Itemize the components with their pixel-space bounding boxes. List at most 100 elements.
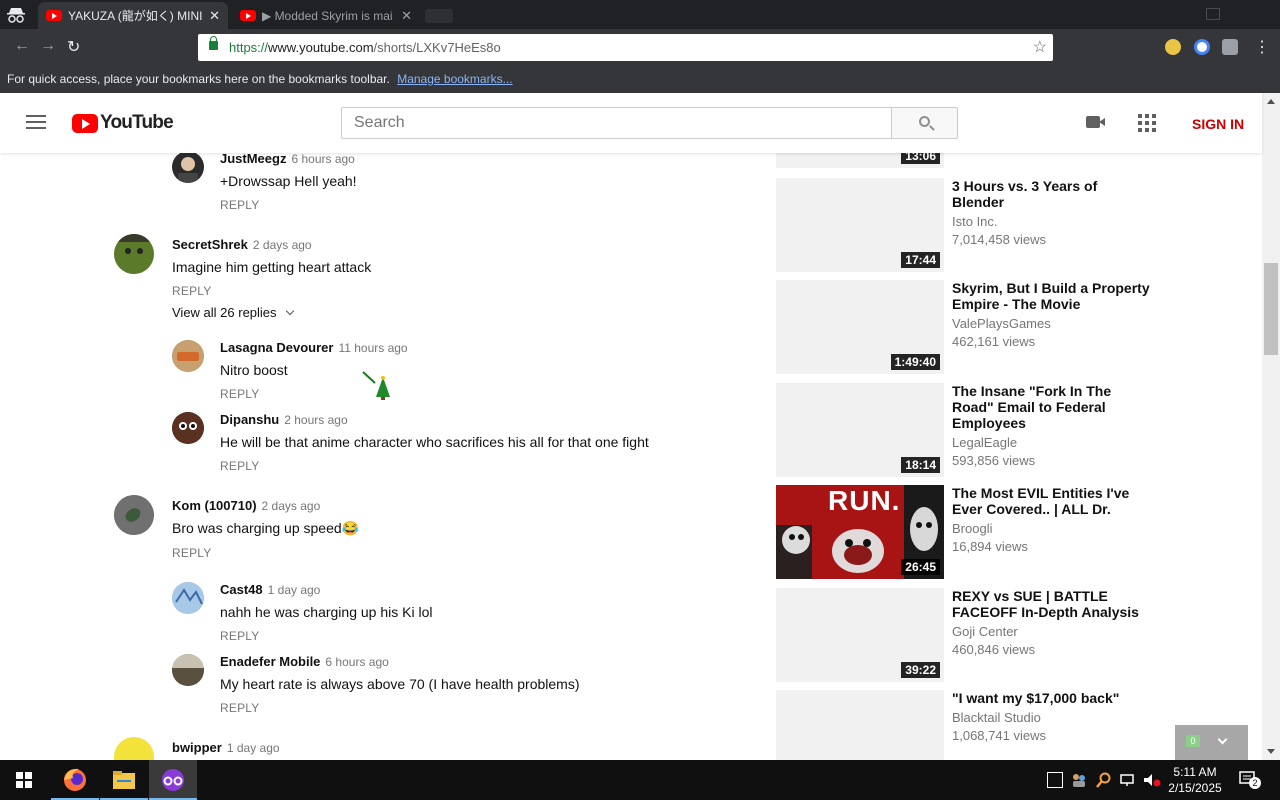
comment-author[interactable]: Lasagna Devourer <box>220 340 333 355</box>
comment-time[interactable]: 1 day ago <box>227 741 280 755</box>
bookmarks-bar: For quick access, place your bookmarks h… <box>0 65 1280 93</box>
scrollbar-thumb[interactable] <box>1264 263 1278 355</box>
incognito-app-icon <box>162 769 184 791</box>
comment-time[interactable]: 1 day ago <box>268 583 321 597</box>
reply-button[interactable]: REPLY <box>220 629 432 643</box>
avatar[interactable] <box>114 737 154 760</box>
view-replies-button[interactable]: View all 26 replies <box>172 305 294 320</box>
widget-badge: 0 <box>1186 735 1200 747</box>
tab-yakuza[interactable]: YAKUZA (龍が如く) MINIGA ✕ <box>38 2 228 29</box>
comment-author[interactable]: bwipper <box>172 740 222 755</box>
taskbar-firefox[interactable] <box>51 760 99 800</box>
avatar[interactable] <box>114 495 154 535</box>
tab-modded-skyrim[interactable]: ▶ Modded Skyrim is mai ✕ <box>232 2 420 29</box>
video-title[interactable]: Skyrim, But I Build a Property Empire - … <box>952 280 1152 351</box>
comment-time[interactable]: 11 hours ago <box>338 341 407 355</box>
video-title[interactable]: 3 Hours vs. 3 Years of Blender Isto Inc.… <box>952 178 1152 249</box>
video-title[interactable]: The Insane "Fork In The Road" Email to F… <box>952 383 1152 470</box>
video-channel[interactable]: Goji Center <box>952 623 1152 641</box>
comment: SecretShrek 2 days ago Imagine him gettin… <box>172 236 371 298</box>
menu-dots-icon[interactable]: ⋮ <box>1254 37 1270 57</box>
avatar[interactable] <box>114 234 154 274</box>
address-bar[interactable]: https://www.youtube.com/shorts/LXKv7HeEs… <box>198 34 1053 61</box>
google-icon[interactable] <box>1194 39 1210 55</box>
comment-time[interactable]: 2 hours ago <box>284 413 347 427</box>
manage-bookmarks-link[interactable]: Manage bookmarks... <box>397 72 512 86</box>
new-tab-button[interactable] <box>425 9 453 23</box>
avatar[interactable] <box>172 151 204 183</box>
comment-author[interactable]: JustMeegz <box>220 151 286 166</box>
youtube-play-icon <box>72 113 98 133</box>
taskbar-clock[interactable]: 5:11 AM 2/15/2025 <box>1165 764 1225 796</box>
reply-button[interactable]: REPLY <box>172 284 371 298</box>
search-input[interactable] <box>341 107 892 139</box>
comment-author[interactable]: SecretShrek <box>172 237 248 252</box>
page-scrollbar[interactable] <box>1262 93 1280 760</box>
reply-button[interactable]: REPLY <box>220 198 357 212</box>
youtube-logo[interactable]: YouTube <box>72 112 174 134</box>
video-channel[interactable]: ValePlaysGames <box>952 315 1152 333</box>
video-thumbnail[interactable]: 18:14 <box>776 383 944 477</box>
comment-time[interactable]: 2 days ago <box>253 238 312 252</box>
upload-video-icon[interactable] <box>1086 116 1105 128</box>
taskbar-incognito-browser[interactable] <box>149 760 197 800</box>
forward-arrow-icon[interactable]: → <box>40 37 56 55</box>
comment-author[interactable]: Kom (100710) <box>172 498 257 513</box>
youtube-favicon-icon <box>46 10 62 21</box>
close-tab-icon[interactable]: ✕ <box>209 8 220 24</box>
avatar[interactable] <box>172 654 204 686</box>
reply-button[interactable]: REPLY <box>220 459 649 473</box>
avatar[interactable] <box>172 340 204 372</box>
search-button[interactable] <box>891 107 958 139</box>
video-thumbnail[interactable] <box>776 690 944 760</box>
extension-icon[interactable] <box>1165 39 1181 55</box>
firefox-icon <box>64 768 86 791</box>
reply-button[interactable]: REPLY <box>172 546 359 560</box>
youtube-header: YouTube SIGN IN <box>0 93 1262 153</box>
chevron-down-icon[interactable] <box>1217 734 1228 745</box>
reload-icon[interactable]: ↻ <box>67 37 80 57</box>
video-channel[interactable]: Blacktail Studio <box>952 709 1152 727</box>
avatar[interactable] <box>172 582 204 614</box>
video-thumbnail[interactable]: 39:22 <box>776 588 944 682</box>
video-title[interactable]: The Most EVIL Entities I've Ever Covered… <box>952 485 1152 556</box>
comment-time[interactable]: 6 hours ago <box>325 655 388 669</box>
video-title[interactable]: REXY vs SUE | BATTLE FACEOFF In-Depth An… <box>952 588 1152 659</box>
comment-time[interactable]: 2 days ago <box>262 499 321 513</box>
comment-author[interactable]: Cast48 <box>220 582 263 597</box>
restore-window-button[interactable] <box>1206 8 1220 20</box>
notification-center-icon[interactable]: 2 <box>1239 770 1261 790</box>
comment-time[interactable]: 6 hours ago <box>291 152 354 166</box>
tray-volume-muted-icon[interactable] <box>1143 772 1161 788</box>
video-title[interactable]: "I want my $17,000 back" Blacktail Studi… <box>952 690 1152 745</box>
tray-search-icon[interactable] <box>1096 772 1112 788</box>
bookmark-star-icon[interactable]: ☆ <box>1033 37 1047 57</box>
back-arrow-icon[interactable]: ← <box>14 37 30 55</box>
windows-start-icon[interactable] <box>16 772 32 788</box>
tray-security-icon[interactable] <box>1047 772 1063 788</box>
comment-text: nahh he was charging up his Ki lol <box>220 604 433 620</box>
puzzle-extensions-icon[interactable] <box>1222 39 1238 55</box>
video-channel[interactable]: Broogli <box>952 520 1152 538</box>
video-channel[interactable]: LegalEagle <box>952 434 1152 452</box>
floating-widget[interactable]: 0 <box>1175 725 1248 760</box>
tree-cursor-icon <box>362 371 394 406</box>
video-thumbnail[interactable]: 1:49:40 <box>776 280 944 374</box>
sign-in-button[interactable]: SIGN IN <box>1192 116 1244 132</box>
comment-author[interactable]: Dipanshu <box>220 412 279 427</box>
video-item[interactable]: "I want my $17,000 back" Blacktail Studi… <box>776 690 1156 760</box>
apps-grid-icon[interactable] <box>1138 114 1156 132</box>
comment-author[interactable]: Enadefer Mobile <box>220 654 320 669</box>
video-thumbnail[interactable]: RUN. 26:45 <box>776 485 944 579</box>
taskbar-file-explorer[interactable] <box>100 760 148 800</box>
tray-network-icon[interactable] <box>1120 772 1136 788</box>
scroll-up-icon[interactable] <box>1267 99 1275 104</box>
close-tab-icon[interactable]: ✕ <box>401 8 412 24</box>
video-channel[interactable]: Isto Inc. <box>952 213 1152 231</box>
video-thumbnail[interactable]: 17:44 <box>776 178 944 272</box>
hamburger-menu-icon[interactable] <box>26 115 46 129</box>
reply-button[interactable]: REPLY <box>220 701 580 715</box>
avatar[interactable] <box>172 412 204 444</box>
scroll-down-icon[interactable] <box>1267 749 1275 754</box>
tray-people-icon[interactable] <box>1071 772 1087 788</box>
